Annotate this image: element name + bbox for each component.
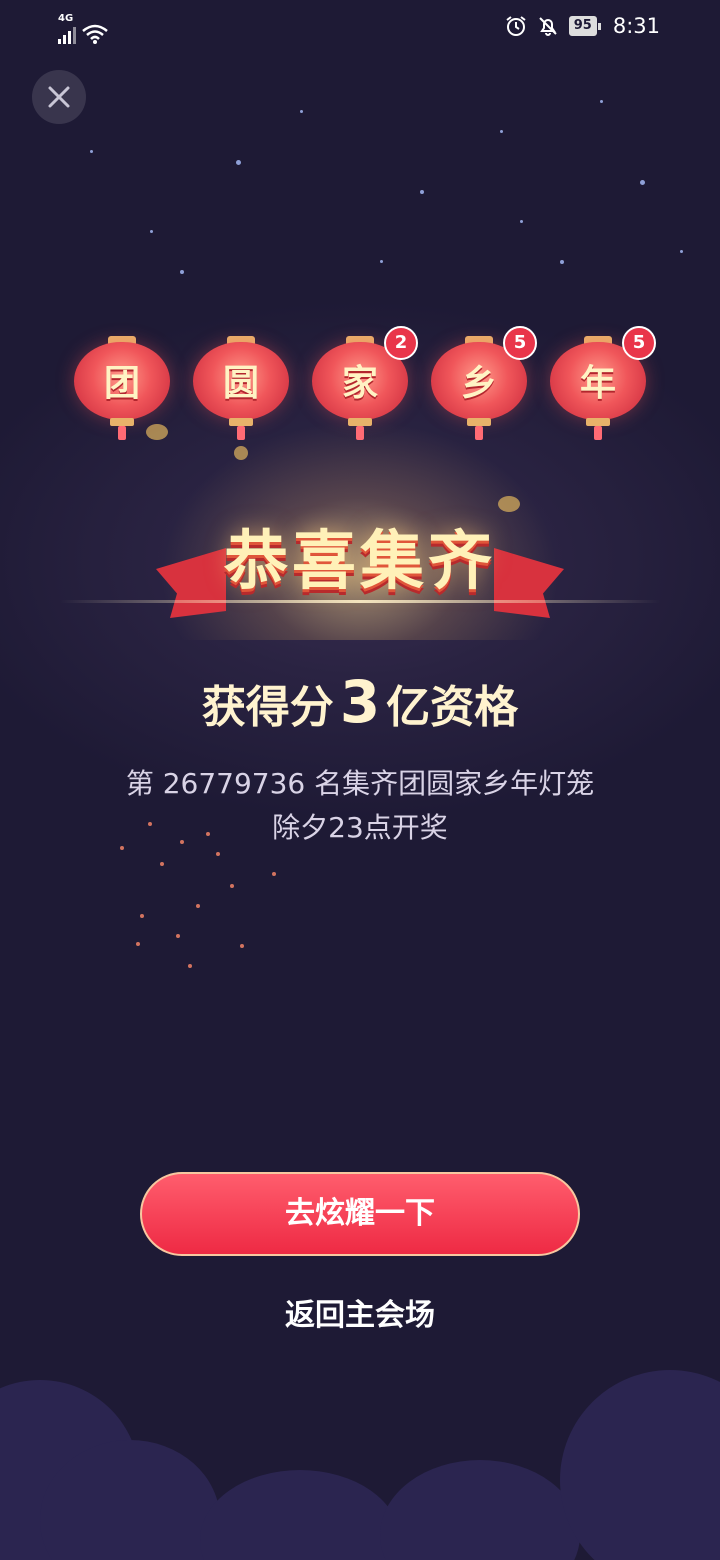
star-decoration: [180, 270, 184, 274]
cloud-decoration: [200, 1470, 400, 1560]
lantern-char: 年: [579, 362, 616, 404]
lantern-char: 乡: [460, 362, 497, 404]
lantern-char: 圆: [222, 362, 259, 404]
lantern-count-badge: 2: [384, 326, 418, 360]
star-decoration: [680, 250, 683, 253]
spark-decoration: [206, 832, 210, 836]
spark-decoration: [272, 872, 276, 876]
spark-decoration: [230, 884, 234, 888]
lantern: 团: [74, 336, 170, 440]
spark-decoration: [216, 852, 220, 856]
star-decoration: [90, 150, 93, 153]
prize-headline: 获得分 3 亿资格: [0, 668, 720, 736]
spark-decoration: [180, 840, 184, 844]
lantern-char: 团: [103, 362, 140, 404]
lantern-count-badge: 5: [622, 326, 656, 360]
prize-prefix: 获得分: [201, 682, 334, 733]
rank-info: 第 26779736 名集齐团圆家乡年灯笼 除夕23点开奖: [0, 762, 720, 850]
star-decoration: [420, 190, 424, 194]
spark-decoration: [240, 944, 244, 948]
draw-time-line: 除夕23点开奖: [272, 811, 448, 844]
close-button[interactable]: [32, 70, 86, 124]
spark-decoration: [140, 914, 144, 918]
prize-suffix: 亿资格: [386, 682, 519, 733]
lantern-row: 团 圆 家 2 乡 5 年 5: [74, 326, 656, 440]
star-decoration: [640, 180, 645, 185]
status-bar: 4G 95 8:31: [0, 0, 720, 54]
lantern: 乡 5: [431, 326, 537, 440]
star-decoration: [380, 260, 383, 263]
spark-decoration: [188, 964, 192, 968]
lantern-count-badge: 5: [503, 326, 537, 360]
rank-line: 第 26779736 名集齐团圆家乡年灯笼: [125, 767, 595, 800]
battery-indicator: 95: [568, 16, 601, 36]
signal-icon: [58, 24, 76, 44]
star-decoration: [300, 110, 303, 113]
alarm-icon: [506, 16, 526, 36]
lantern: 圆: [193, 336, 289, 440]
close-icon: [48, 86, 70, 108]
star-decoration: [520, 220, 523, 223]
spark-decoration: [136, 942, 140, 946]
cloud-decoration: [380, 1460, 580, 1560]
star-decoration: [500, 130, 503, 133]
congrats-title: 恭喜集齐: [224, 524, 496, 599]
light-line: [60, 600, 660, 603]
spark-decoration: [148, 822, 152, 826]
mute-bell-icon: [539, 17, 557, 36]
screen: 4G 95 8:31 团 圆 家 2 乡 5 年 5 恭喜集齐 获得分 3 亿资…: [0, 0, 720, 1560]
star-decoration: [560, 260, 564, 264]
lantern-char: 家: [341, 362, 378, 404]
coin-decoration: [234, 446, 248, 460]
cloud-decoration: [560, 1370, 720, 1560]
lantern: 年 5: [550, 326, 656, 440]
wifi-icon: [82, 24, 108, 44]
network-label: 4G: [58, 13, 74, 24]
spark-decoration: [160, 862, 164, 866]
star-decoration: [600, 100, 603, 103]
clock: 8:31: [612, 14, 660, 38]
return-main-venue-link[interactable]: 返回主会场: [0, 1290, 720, 1334]
star-decoration: [150, 230, 153, 233]
spark-decoration: [120, 846, 124, 850]
show-off-button[interactable]: 去炫耀一下: [140, 1172, 580, 1256]
star-decoration: [236, 160, 241, 165]
spark-decoration: [196, 904, 200, 908]
prize-number: 3: [339, 668, 381, 736]
lantern: 家 2: [312, 326, 418, 440]
spark-decoration: [176, 934, 180, 938]
